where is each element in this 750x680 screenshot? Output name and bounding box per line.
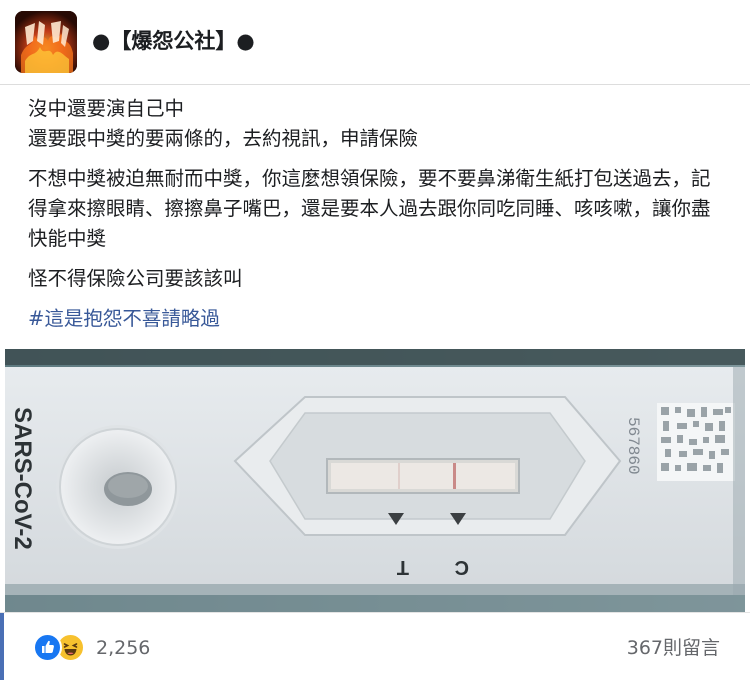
post-paragraph-3: 怪不得保險公司要該該叫: [28, 267, 243, 290]
post-line-2: 還要跟中獎的要兩條的，去約視訊，申請保險: [28, 127, 419, 150]
rapid-test-photo: SARS-CoV-2 C T 567860: [5, 349, 745, 612]
page-name[interactable]: ●【爆怨公社】●: [92, 25, 255, 57]
lot-number: 567860: [624, 417, 642, 475]
post-header: ●【爆怨公社】●: [0, 0, 750, 85]
post-photo[interactable]: SARS-CoV-2 C T 567860: [5, 349, 745, 612]
focus-indicator: [0, 613, 4, 680]
hashtag-link[interactable]: #這是抱怨不喜請略過: [28, 307, 220, 330]
datamatrix-code: [657, 403, 735, 481]
post-line-1: 沒中還要演自己中: [28, 97, 185, 120]
post-body: 沒中還要演自己中 還要跟中獎的要兩條的，去約視訊，申請保險 不想中獎被迫無耐而中…: [28, 94, 728, 344]
test-line: [398, 463, 400, 489]
page-logo-icon: [15, 11, 77, 73]
post-paragraph-1: 沒中還要演自己中 還要跟中獎的要兩條的，去約視訊，申請保險: [28, 94, 728, 154]
like-icon[interactable]: [33, 633, 62, 662]
reaction-count[interactable]: 2,256: [96, 635, 150, 661]
comment-count-link[interactable]: 367則留言: [627, 635, 720, 661]
page-avatar[interactable]: [15, 11, 77, 73]
post-paragraph-2: 不想中獎被迫無耐而中獎，你這麼想領保險，要不要鼻涕衛生紙打包送過去，記得拿來擦眼…: [28, 167, 711, 250]
kit-brand-label: SARS-CoV-2: [9, 407, 36, 550]
marker-t: T: [397, 556, 409, 578]
post-hashtag-line: #這是抱怨不喜請略過: [28, 304, 728, 334]
post-footer: 2,256 367則留言: [0, 612, 750, 680]
control-line: [453, 463, 456, 489]
facebook-post: ●【爆怨公社】● 沒中還要演自己中 還要跟中獎的要兩條的，去約視訊，申請保險 不…: [0, 0, 750, 680]
marker-c: C: [455, 556, 469, 578]
